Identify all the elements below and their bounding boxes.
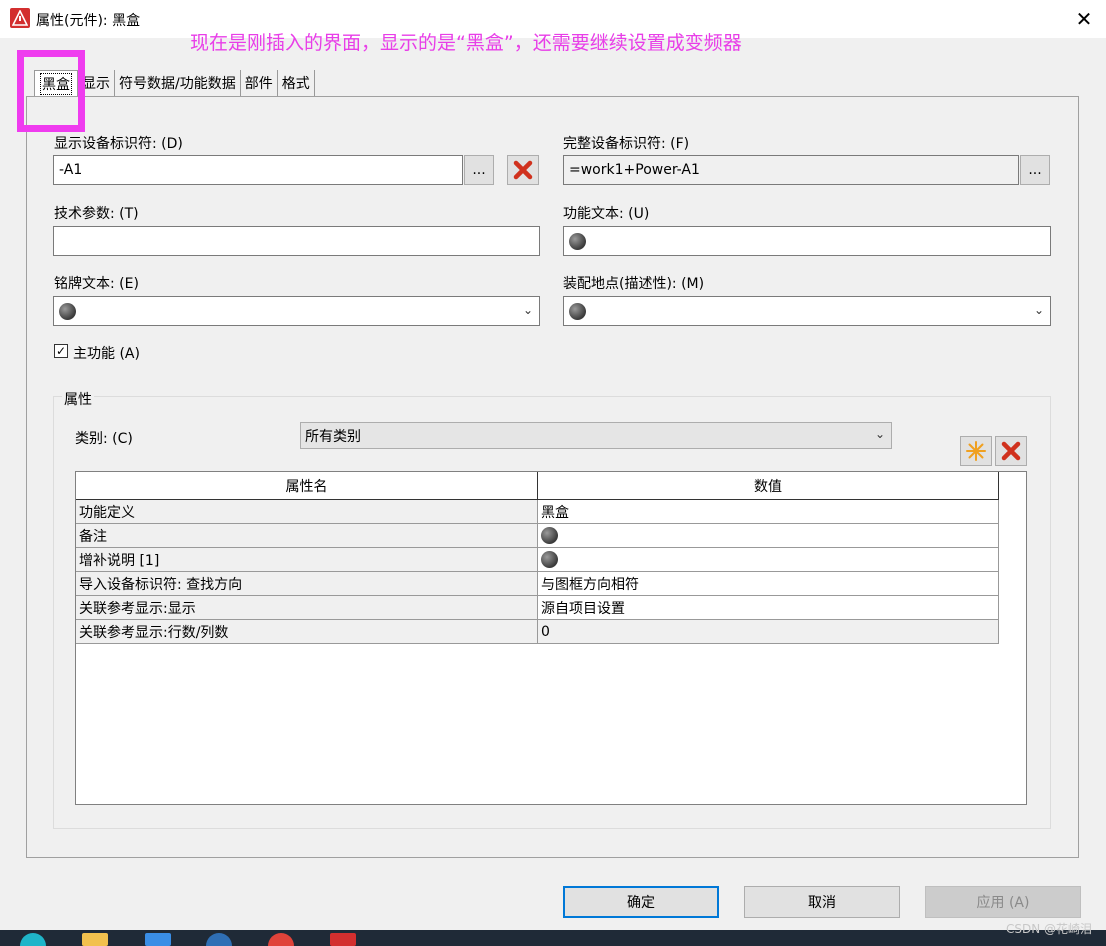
property-value-cell[interactable]: 与图框方向相符	[538, 572, 999, 596]
chevron-down-icon: ⌄	[874, 427, 885, 441]
clear-id-button[interactable]	[507, 155, 539, 185]
app-icon[interactable]	[206, 933, 232, 946]
delete-icon	[1001, 441, 1021, 461]
apply-button[interactable]: 应用 (A)	[925, 886, 1081, 918]
taskbar	[0, 930, 1106, 946]
new-property-button[interactable]	[960, 436, 992, 466]
globe-icon	[59, 302, 76, 320]
annotation-text: 现在是刚插入的界面，显示的是“黑盒”，还需要继续设置成变频器	[190, 32, 742, 54]
properties-group-label: 属性	[62, 389, 94, 409]
nameplate-dropdown[interactable]: ⌄	[53, 296, 540, 326]
display-id-input[interactable]: -A1	[53, 155, 463, 185]
category-dropdown[interactable]: 所有类别 ⌄	[300, 422, 892, 449]
property-value-cell[interactable]	[538, 524, 999, 548]
property-name-cell[interactable]: 备注	[76, 524, 538, 548]
property-name-cell[interactable]: 导入设备标识符: 查找方向	[76, 572, 538, 596]
chrome-icon[interactable]	[268, 933, 294, 946]
tab-format[interactable]: 格式	[277, 70, 315, 96]
property-value-cell[interactable]: 0	[538, 620, 999, 644]
property-name-cell[interactable]: 功能定义	[76, 500, 538, 524]
tab-symbol-data[interactable]: 符号数据/功能数据	[115, 70, 241, 96]
display-id-browse-button[interactable]: ...	[464, 155, 494, 185]
tech-param-label: 技术参数: (T)	[54, 206, 139, 222]
globe-icon	[569, 302, 586, 320]
edge-icon[interactable]	[20, 933, 46, 946]
delete-icon	[513, 160, 533, 180]
watermark: CSDN @花崎泪	[1005, 922, 1092, 936]
cancel-button[interactable]: 取消	[744, 886, 900, 918]
main-function-checkbox[interactable]: ✓	[54, 344, 68, 358]
globe-icon	[541, 527, 558, 544]
property-value-cell[interactable]	[538, 548, 999, 572]
highlight-box	[17, 50, 85, 132]
chevron-down-icon: ⌄	[522, 303, 533, 317]
main-function-label: 主功能 (A)	[73, 346, 140, 362]
tab-parts[interactable]: 部件	[240, 70, 278, 96]
property-name-cell[interactable]: 关联参考显示:显示	[76, 596, 538, 620]
mount-loc-dropdown[interactable]: ⌄	[563, 296, 1051, 326]
globe-icon	[569, 232, 586, 250]
eplan-icon[interactable]	[330, 933, 356, 946]
property-value-cell[interactable]: 源自项目设置	[538, 596, 999, 620]
properties-table: 属性名 数值 功能定义 黑盒 备注 增补说明 [1] 导入设备标识符: 查找方向…	[75, 471, 1027, 805]
full-id-input[interactable]: =work1+Power-A1	[563, 155, 1019, 185]
full-id-browse-button[interactable]: ...	[1020, 155, 1050, 185]
full-id-label: 完整设备标识符: (F)	[563, 136, 690, 152]
column-header-value[interactable]: 数值	[538, 472, 999, 500]
globe-icon	[541, 551, 558, 568]
app-logo-icon	[10, 8, 30, 28]
func-text-label: 功能文本: (U)	[563, 206, 650, 222]
column-header-name[interactable]: 属性名	[76, 472, 538, 500]
property-name-cell[interactable]: 增补说明 [1]	[76, 548, 538, 572]
ok-button[interactable]: 确定	[563, 886, 719, 918]
func-text-input[interactable]	[563, 226, 1051, 256]
nameplate-label: 铭牌文本: (E)	[54, 276, 139, 292]
chevron-down-icon: ⌄	[1033, 303, 1044, 317]
property-value-cell[interactable]: 黑盒	[538, 500, 999, 524]
delete-property-button[interactable]	[995, 436, 1027, 466]
folder-icon[interactable]	[82, 933, 108, 946]
close-button[interactable]: ✕	[1062, 0, 1106, 38]
window-title: 属性(元件): 黑盒	[36, 13, 141, 29]
category-value: 所有类别	[305, 428, 361, 445]
tech-param-input[interactable]	[53, 226, 540, 256]
mount-loc-label: 装配地点(描述性): (M)	[563, 276, 705, 292]
category-label: 类别: (C)	[75, 431, 133, 447]
display-id-label: 显示设备标识符: (D)	[54, 136, 183, 152]
new-star-icon	[966, 441, 986, 461]
store-icon[interactable]	[145, 933, 171, 946]
property-name-cell[interactable]: 关联参考显示:行数/列数	[76, 620, 538, 644]
